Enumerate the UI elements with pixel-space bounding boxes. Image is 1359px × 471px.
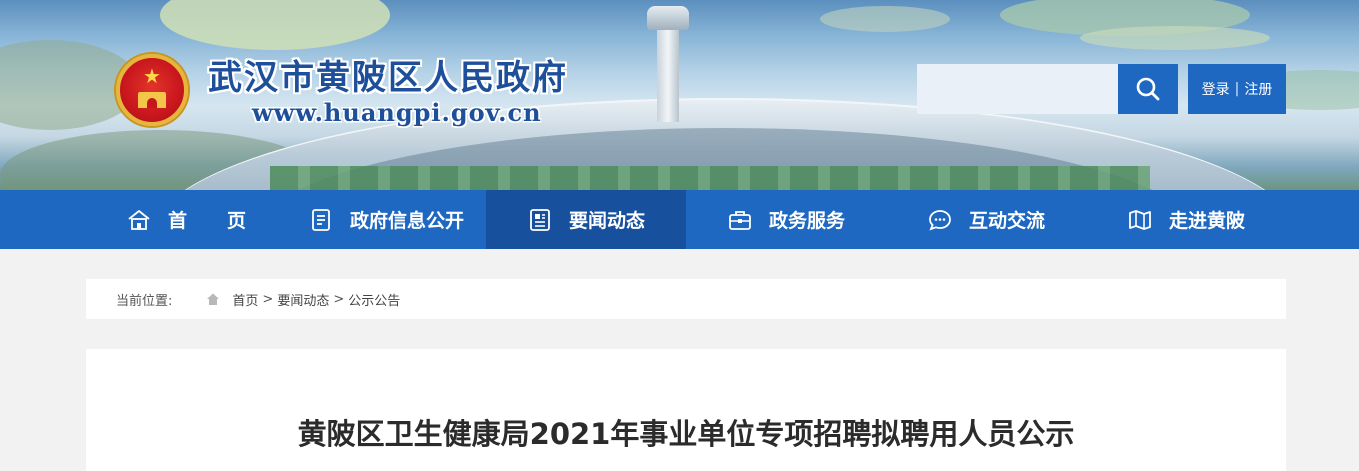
document-list-icon [312, 208, 330, 231]
nav-item-gov-services[interactable]: 政务服务 [686, 190, 886, 249]
nav-item-label: 走进黄陂 [1168, 210, 1245, 232]
banner-control-tower [647, 6, 689, 30]
breadcrumb-separator: > [262, 291, 274, 307]
emblem-gate-icon [138, 92, 166, 108]
search-input[interactable] [917, 64, 1118, 114]
nav-item-gov-info[interactable]: 政府信息公开 [286, 190, 486, 249]
auth-separator: | [1234, 81, 1240, 97]
breadcrumb-link-news[interactable]: 要闻动态 [277, 290, 329, 309]
banner-scenery [1080, 26, 1270, 50]
breadcrumb-link-home[interactable]: 首页 [232, 290, 258, 309]
auth-box: 登录 | 注册 [1188, 64, 1286, 114]
home-icon [128, 209, 150, 230]
nav-item-interaction[interactable]: 互动交流 [886, 190, 1086, 249]
nav-item-label: 首页 [167, 210, 286, 232]
nav-item-label: 政务服务 [768, 210, 845, 232]
search-icon [1136, 77, 1160, 101]
home-icon [207, 293, 220, 305]
article-title: 黄陂区卫生健康局2021年事业单位专项招聘拟聘用人员公示 [297, 417, 1075, 451]
national-emblem-logo[interactable]: ★ [116, 54, 188, 126]
chat-bubble-icon [929, 209, 951, 230]
nav-item-label: 互动交流 [968, 210, 1045, 232]
banner-scenery [820, 6, 950, 32]
emblem-star-icon: ★ [143, 64, 161, 88]
header-banner: ★ 武汉市黄陂区人民政府 www.huangpi.gov.cn 登录 | 注册 [0, 0, 1359, 190]
banner-control-tower [657, 22, 679, 122]
site-url[interactable]: www.huangpi.gov.cn [252, 98, 542, 127]
article-card: 黄陂区卫生健康局2021年事业单位专项招聘拟聘用人员公示 [86, 349, 1286, 471]
banner-green-field [270, 166, 1150, 190]
search-button[interactable] [1118, 64, 1178, 114]
nav-item-about-huangpi[interactable]: 走进黄陂 [1086, 190, 1286, 249]
map-icon [1129, 209, 1151, 230]
login-link[interactable]: 登录 [1202, 79, 1230, 99]
nav-item-news[interactable]: 要闻动态 [486, 190, 686, 249]
breadcrumb-prefix: 当前位置: [116, 293, 173, 309]
briefcase-icon [729, 210, 751, 230]
register-link[interactable]: 注册 [1244, 79, 1272, 99]
site-title[interactable]: 武汉市黄陂区人民政府 [208, 50, 568, 99]
nav-item-label: 政府信息公开 [349, 210, 464, 232]
nav-item-label: 要闻动态 [568, 210, 645, 232]
news-icon [530, 208, 550, 231]
breadcrumb-separator: > [333, 291, 345, 307]
breadcrumb: 当前位置: 首页 > 要闻动态 > 公示公告 [86, 279, 1286, 319]
nav-item-home[interactable]: 首页 [86, 190, 286, 249]
main-nav: 首页 政府信息公开 要闻动态 政务服务 互动交流 走进黄陂 [0, 190, 1359, 249]
breadcrumb-link-announcements[interactable]: 公示公告 [348, 290, 400, 309]
banner-scenery [160, 0, 390, 50]
